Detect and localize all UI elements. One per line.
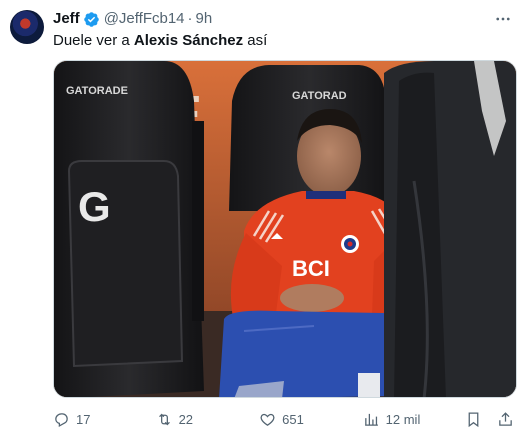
like-count: 651 bbox=[282, 411, 304, 427]
share-icon bbox=[499, 411, 512, 426]
share-button[interactable] bbox=[497, 411, 517, 428]
views-button[interactable]: 12 mil bbox=[363, 411, 466, 428]
shirt-sponsor: BCI bbox=[292, 256, 330, 281]
timestamp[interactable]: 9h bbox=[196, 9, 213, 29]
seat-brand-left: GATORADE bbox=[66, 85, 128, 97]
handle[interactable]: @JeffFcb14 bbox=[104, 9, 185, 29]
retweet-icon bbox=[158, 413, 170, 425]
reply-button[interactable]: 17 bbox=[53, 411, 156, 428]
tweet-header: Jeff @JeffFcb14 · 9h bbox=[53, 9, 517, 29]
views-chart-icon bbox=[364, 413, 378, 426]
more-options-button[interactable] bbox=[493, 9, 513, 29]
photo-scene: E GATORADE G GATORAD BCI bbox=[54, 61, 516, 397]
avatar[interactable] bbox=[10, 10, 44, 44]
tweet-text-start: Duele ver a bbox=[53, 32, 134, 49]
bookmark-button[interactable] bbox=[465, 411, 497, 428]
display-name[interactable]: Jeff bbox=[53, 9, 80, 29]
heart-icon bbox=[260, 413, 275, 426]
views-count: 12 mil bbox=[385, 411, 421, 427]
reply-count: 17 bbox=[76, 411, 91, 427]
bookmark-icon bbox=[468, 411, 479, 427]
retweet-button[interactable]: 22 bbox=[156, 411, 260, 428]
seat-logo: G bbox=[78, 183, 111, 230]
verified-badge-icon bbox=[83, 11, 99, 27]
tweet-photo[interactable]: E GATORADE G GATORAD BCI bbox=[53, 60, 517, 398]
reply-icon bbox=[55, 412, 68, 427]
foreground-person bbox=[384, 61, 516, 397]
more-dots-icon bbox=[496, 17, 510, 21]
tweet-text-end: así bbox=[243, 32, 268, 49]
tweet-text-mention: Alexis Sánchez bbox=[133, 32, 244, 49]
like-button[interactable]: 651 bbox=[259, 411, 363, 428]
seat-brand-right: GATORAD bbox=[292, 90, 347, 102]
separator-dot: · bbox=[187, 10, 193, 27]
left-seat: GATORADE G bbox=[54, 61, 204, 397]
tweet-text: Duele ver a Alexis Sánchez así bbox=[53, 31, 267, 51]
retweet-count: 22 bbox=[178, 411, 194, 427]
action-bar: 17 22 651 12 mil bbox=[53, 408, 517, 430]
